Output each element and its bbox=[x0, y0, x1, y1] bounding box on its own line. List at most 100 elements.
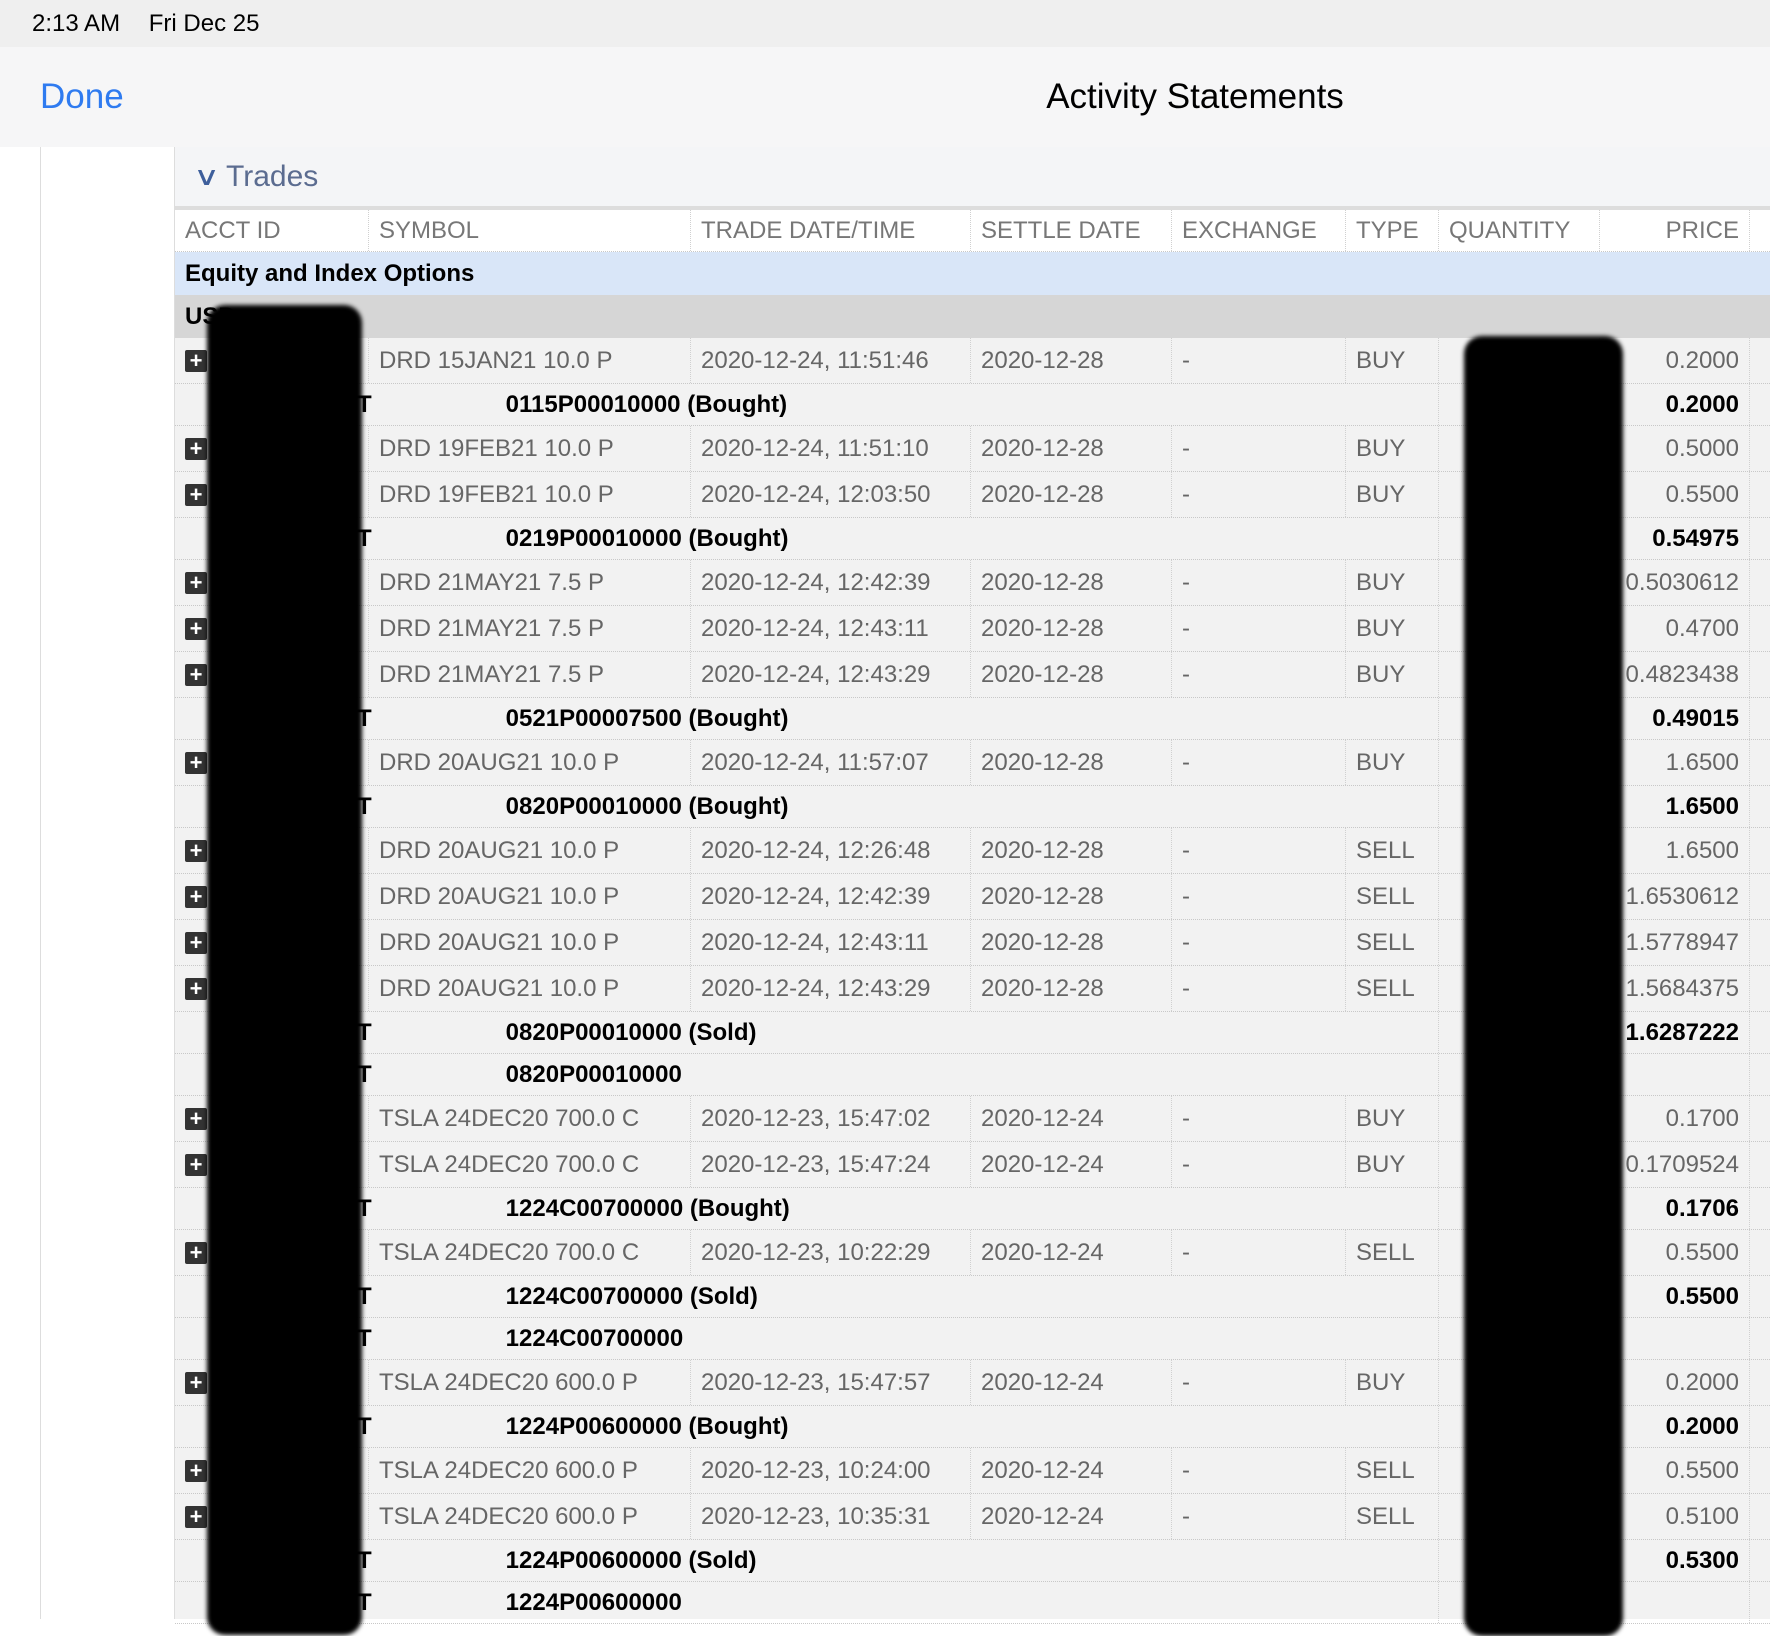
settle-date-cell: 2020-12-28 bbox=[970, 652, 1171, 697]
more-cell bbox=[1749, 1012, 1770, 1053]
type-cell: BUY bbox=[1345, 472, 1438, 517]
subtotal-symbol: 1224C00700000 (Bought) bbox=[505, 1194, 790, 1222]
more-cell bbox=[1749, 1494, 1770, 1539]
settle-date-cell: 2020-12-28 bbox=[970, 560, 1171, 605]
col-type[interactable]: TYPE bbox=[1345, 210, 1438, 251]
expand-plus-icon[interactable]: + bbox=[185, 349, 207, 372]
col-exchange[interactable]: EXCHANGE bbox=[1171, 210, 1345, 251]
expand-plus-icon[interactable]: + bbox=[185, 751, 207, 774]
subtotal-symbol: 0521P00007500 (Bought) bbox=[505, 704, 789, 732]
trade-datetime-cell: 2020-12-24, 11:51:46 bbox=[690, 338, 970, 383]
more-cell bbox=[1749, 740, 1770, 785]
more-cell bbox=[1749, 1054, 1770, 1095]
trade-datetime-cell: 2020-12-23, 15:47:24 bbox=[690, 1142, 970, 1187]
trade-datetime-cell: 2020-12-24, 12:43:11 bbox=[690, 920, 970, 965]
redaction-acct-id bbox=[207, 305, 362, 1635]
redaction-quantity bbox=[1464, 336, 1623, 1636]
exchange-cell: - bbox=[1171, 426, 1345, 471]
symbol-cell: TSLA 24DEC20 600.0 P bbox=[368, 1360, 690, 1405]
more-cell bbox=[1749, 1318, 1770, 1359]
settle-date-cell: 2020-12-28 bbox=[970, 338, 1171, 383]
exchange-cell: - bbox=[1171, 1142, 1345, 1187]
table-header: ACCT ID SYMBOL TRADE DATE/TIME SETTLE DA… bbox=[175, 210, 1770, 252]
expand-plus-icon[interactable]: + bbox=[185, 1241, 207, 1264]
status-time: 2:13 AM bbox=[32, 10, 121, 37]
col-trade-datetime[interactable]: TRADE DATE/TIME bbox=[690, 210, 970, 251]
subtotal-label: T 1224C00700000 bbox=[357, 1324, 684, 1352]
col-price[interactable]: PRICE bbox=[1599, 210, 1749, 251]
more-cell bbox=[1749, 786, 1770, 827]
symbol-cell: DRD 20AUG21 10.0 P bbox=[368, 920, 690, 965]
subtotal-label: T 0219P00010000 (Bought) bbox=[357, 524, 789, 552]
expand-plus-icon[interactable]: + bbox=[185, 1505, 207, 1528]
subtotal-label: T 0521P00007500 (Bought) bbox=[357, 704, 789, 732]
trade-datetime-cell: 2020-12-23, 10:22:29 bbox=[690, 1230, 970, 1275]
expand-plus-icon[interactable]: + bbox=[185, 839, 207, 862]
expand-plus-icon[interactable]: + bbox=[185, 977, 207, 1000]
subtotal-symbol: 1224P00600000 (Sold) bbox=[505, 1546, 757, 1574]
expand-plus-icon[interactable]: + bbox=[185, 617, 207, 640]
more-cell bbox=[1749, 338, 1770, 383]
trade-datetime-cell: 2020-12-24, 11:57:07 bbox=[690, 740, 970, 785]
page-title: Activity Statements bbox=[1046, 77, 1344, 116]
symbol-cell: DRD 15JAN21 10.0 P bbox=[368, 338, 690, 383]
type-cell: BUY bbox=[1345, 338, 1438, 383]
settle-date-cell: 2020-12-28 bbox=[970, 606, 1171, 651]
expand-plus-icon[interactable]: + bbox=[185, 1153, 207, 1176]
expand-plus-icon[interactable]: + bbox=[185, 437, 207, 460]
col-symbol[interactable]: SYMBOL bbox=[368, 210, 690, 251]
expand-plus-icon[interactable]: + bbox=[185, 885, 207, 908]
col-more bbox=[1749, 210, 1770, 251]
subtotal-symbol: 0219P00010000 (Bought) bbox=[505, 524, 789, 552]
expand-plus-icon[interactable]: + bbox=[185, 571, 207, 594]
trade-datetime-cell: 2020-12-23, 10:35:31 bbox=[690, 1494, 970, 1539]
col-acct-id[interactable]: ACCT ID bbox=[175, 210, 368, 251]
symbol-cell: DRD 21MAY21 7.5 P bbox=[368, 606, 690, 651]
more-cell bbox=[1749, 1406, 1770, 1447]
exchange-cell: - bbox=[1171, 740, 1345, 785]
trades-section-header[interactable]: ∨ Trades bbox=[175, 147, 1770, 210]
expand-plus-icon[interactable]: + bbox=[185, 1459, 207, 1482]
symbol-cell: DRD 20AUG21 10.0 P bbox=[368, 828, 690, 873]
more-cell bbox=[1749, 1142, 1770, 1187]
subtotal-label: T 0820P00010000 (Sold) bbox=[357, 1018, 757, 1046]
type-cell: BUY bbox=[1345, 560, 1438, 605]
trade-datetime-cell: 2020-12-23, 15:47:57 bbox=[690, 1360, 970, 1405]
type-cell: BUY bbox=[1345, 740, 1438, 785]
trade-datetime-cell: 2020-12-24, 12:43:29 bbox=[690, 966, 970, 1011]
more-cell bbox=[1749, 1230, 1770, 1275]
type-cell: SELL bbox=[1345, 1230, 1438, 1275]
asset-class-row: Equity and Index Options bbox=[175, 252, 1770, 295]
exchange-cell: - bbox=[1171, 338, 1345, 383]
more-cell bbox=[1749, 384, 1770, 425]
settle-date-cell: 2020-12-24 bbox=[970, 1096, 1171, 1141]
type-cell: BUY bbox=[1345, 1096, 1438, 1141]
symbol-cell: TSLA 24DEC20 700.0 C bbox=[368, 1096, 690, 1141]
expand-plus-icon[interactable]: + bbox=[185, 663, 207, 686]
exchange-cell: - bbox=[1171, 1360, 1345, 1405]
chevron-down-icon: ∨ bbox=[193, 161, 220, 191]
expand-plus-icon[interactable]: + bbox=[185, 1107, 207, 1130]
settle-date-cell: 2020-12-28 bbox=[970, 740, 1171, 785]
trades-section-title: Trades bbox=[226, 159, 319, 193]
status-date: Fri Dec 25 bbox=[148, 10, 260, 37]
more-cell bbox=[1749, 472, 1770, 517]
type-cell: SELL bbox=[1345, 920, 1438, 965]
expand-plus-icon[interactable]: + bbox=[185, 483, 207, 506]
symbol-cell: TSLA 24DEC20 600.0 P bbox=[368, 1494, 690, 1539]
type-cell: BUY bbox=[1345, 1360, 1438, 1405]
expand-plus-icon[interactable]: + bbox=[185, 931, 207, 954]
expand-plus-icon[interactable]: + bbox=[185, 1371, 207, 1394]
trade-datetime-cell: 2020-12-24, 12:43:11 bbox=[690, 606, 970, 651]
exchange-cell: - bbox=[1171, 1494, 1345, 1539]
symbol-cell: DRD 19FEB21 10.0 P bbox=[368, 472, 690, 517]
settle-date-cell: 2020-12-28 bbox=[970, 874, 1171, 919]
subtotal-symbol: 0820P00010000 (Bought) bbox=[505, 792, 789, 820]
status-bar: 2:13 AM Fri Dec 25 bbox=[0, 0, 1770, 47]
col-quantity[interactable]: QUANTITY bbox=[1438, 210, 1599, 251]
col-settle-date[interactable]: SETTLE DATE bbox=[970, 210, 1171, 251]
done-button[interactable]: Done bbox=[40, 77, 124, 117]
exchange-cell: - bbox=[1171, 1096, 1345, 1141]
more-cell bbox=[1749, 1188, 1770, 1229]
exchange-cell: - bbox=[1171, 472, 1345, 517]
